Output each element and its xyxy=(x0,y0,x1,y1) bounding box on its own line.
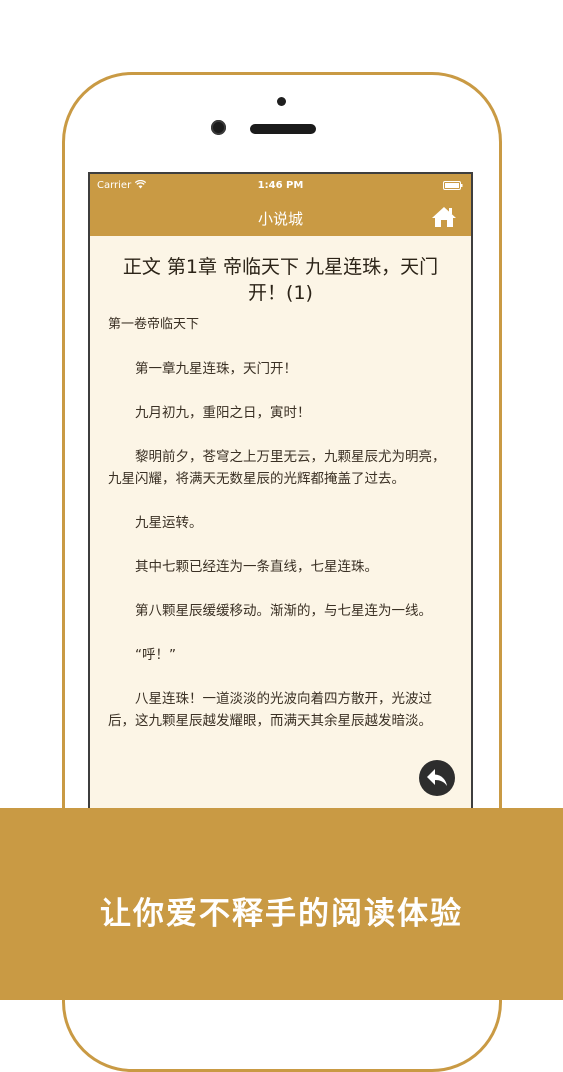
home-icon[interactable] xyxy=(431,205,457,229)
nav-title: 小说城 xyxy=(257,210,303,228)
paragraph: “呼！” xyxy=(135,647,176,663)
paragraph: 八星连珠！一道淡淡的光波向着四方散开，光波过后，这九颗星辰越发耀眼，而满天其余星… xyxy=(108,691,432,729)
front-camera xyxy=(211,120,226,135)
back-arrow-icon xyxy=(427,769,447,786)
paragraph: 黎明前夕，苍穹之上万里无云，九颗星辰尤为明亮，九星闪耀，将满天无数星辰的光辉都掩… xyxy=(108,449,446,487)
chapter-title: 正文 第1章 帝临天下 九星连珠，天门开！(1) xyxy=(122,256,439,304)
paragraph: 九月初九，重阳之日，寅时！ xyxy=(135,405,311,421)
reading-content[interactable]: 正文 第1章 帝临天下 九星连珠，天门开！(1) 第一卷帝临天下 第一章九星连珠… xyxy=(90,236,471,812)
earpiece-speaker xyxy=(250,124,316,134)
battery-icon xyxy=(443,181,463,190)
back-button[interactable] xyxy=(419,760,455,796)
volume-title: 第一卷帝临天下 xyxy=(108,317,200,332)
paragraph: 第八颗星辰缓缓移动。渐渐的，与七星连为一线。 xyxy=(135,603,432,619)
promo-banner: 让你爱不释手的阅读体验 xyxy=(0,808,563,1000)
paragraph: 九星运转。 xyxy=(135,515,203,531)
paragraph: 第一章九星连珠，天门开！ xyxy=(135,361,297,377)
front-sensor xyxy=(277,97,286,106)
paragraph: 其中七颗已经连为一条直线，七星连珠。 xyxy=(135,559,378,575)
status-time: 1:46 PM xyxy=(257,180,304,191)
phone-screen: Carrier 1:46 PM 小说城 正文 第1章 帝临天下 九星连珠，天门开… xyxy=(88,172,473,812)
navigation-bar: 小说城 xyxy=(90,198,471,236)
status-bar: Carrier 1:46 PM xyxy=(90,174,471,198)
promo-slogan: 让你爱不释手的阅读体验 xyxy=(100,896,463,932)
